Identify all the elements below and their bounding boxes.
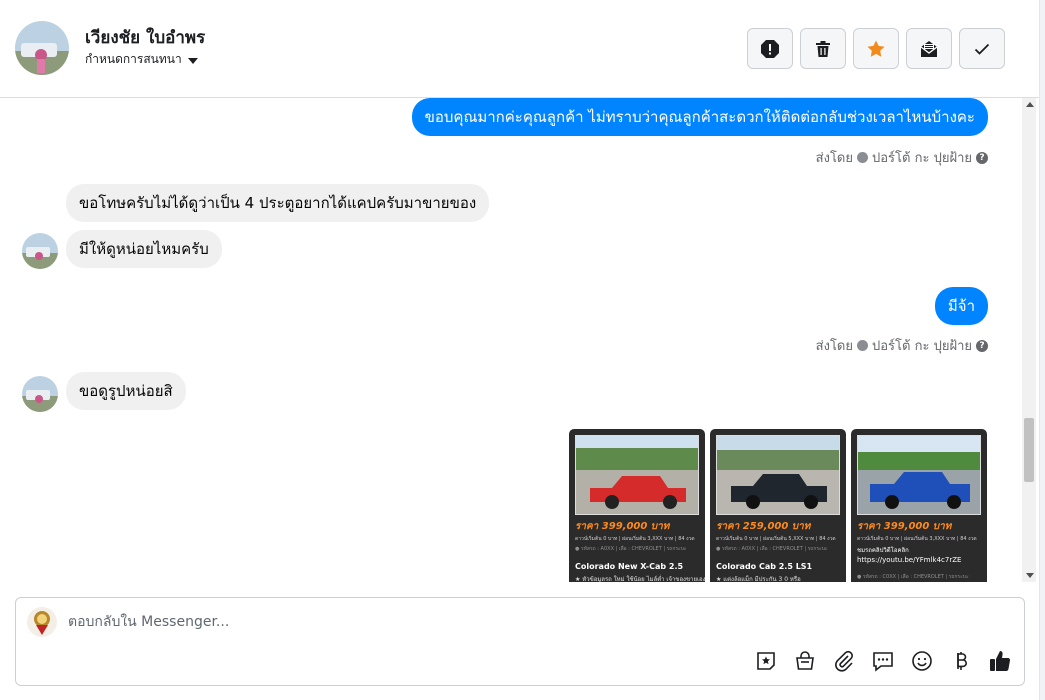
car-photo — [575, 435, 699, 515]
car-finance: ดาวน์เริ่มต้น 0 บาท | ผ่อนเริ่มต้น 3,XXX… — [575, 536, 695, 542]
page-avatar — [27, 607, 57, 637]
sent-by-prefix: ส่งโดย — [815, 151, 853, 166]
saved-replies-button[interactable] — [870, 648, 895, 673]
message-outgoing[interactable]: มีจ้า — [934, 287, 988, 325]
car-price: ราคา 259,000 บาท — [716, 521, 811, 532]
car-photo — [857, 435, 981, 515]
car-finance: ดาวน์เริ่มต้น 0 บาท | ผ่อนเริ่มต้น 3,XXX… — [857, 536, 977, 542]
message-incoming[interactable]: ขอดูรูปหน่อยสิ — [66, 372, 186, 410]
car-description: ★ หัวข้อมูลรถ ใหม่ ใช้น้อย ไมล์ต่ำ เจ้าข… — [575, 576, 705, 582]
mark-unread-button[interactable] — [906, 28, 952, 69]
sender-name[interactable]: ปอร์โต้ กะ ปุยฝ้าย — [872, 335, 972, 356]
image-attachment[interactable]: ราคา 399,000 บาท ดาวน์เริ่มต้น 0 บาท | ผ… — [569, 429, 705, 582]
scroll-up-icon[interactable] — [1026, 102, 1034, 107]
report-icon — [761, 39, 779, 58]
chat-scrollbar[interactable] — [1022, 98, 1036, 582]
composer-toolbar — [753, 648, 1012, 673]
mark-unread-icon — [920, 40, 938, 57]
message-thread: ขอบคุณมากค่ะคุณลูกค้า ไม่ทราบว่าคุณลูกค้… — [0, 98, 1022, 582]
car-description: ★ แต่งล้อแม็ก มีประกัน 3 0 หรือ — [716, 576, 801, 582]
scroll-down-icon[interactable] — [1026, 573, 1034, 578]
help-icon[interactable]: ? — [976, 339, 988, 352]
reply-input[interactable] — [68, 610, 968, 634]
assign-label: กำหนดการสนทนา — [85, 52, 182, 66]
assign-conversation-dropdown[interactable]: กำหนดการสนทนา — [85, 50, 198, 69]
attach-button[interactable] — [831, 648, 856, 673]
contact-avatar[interactable] — [15, 21, 69, 75]
car-finance: ดาวน์เริ่มต้น 0 บาท | ผ่อนเริ่มต้น 5,XXX… — [716, 536, 836, 542]
car-photo — [716, 435, 840, 515]
baht-icon — [956, 651, 967, 670]
help-icon[interactable]: ? — [976, 151, 988, 164]
page-badge-icon — [857, 340, 868, 351]
sticker-button[interactable] — [753, 648, 778, 673]
saved-replies-icon — [872, 651, 893, 672]
sent-by-line: ส่งโดย ปอร์โต้ กะ ปุยฝ้าย ? — [816, 335, 988, 356]
check-icon — [974, 43, 990, 55]
message-incoming[interactable]: ขอโทษครับไม่ได้ดูว่าเป็น 4 ประตูอยากได้แ… — [66, 184, 490, 222]
car-meta: ● รหัสรถ : C0XX | เลือ : CHEVROLET | รถก… — [857, 574, 969, 580]
chevron-down-icon — [187, 57, 198, 64]
car-price: ราคา 399,000 บาท — [575, 521, 670, 532]
car-model: Colorado New X-Cab 2.5 — [575, 562, 684, 571]
car-model: Colorado Cab 2.5 LS1 — [716, 562, 813, 571]
delete-button[interactable] — [800, 28, 846, 69]
contact-avatar-small — [22, 376, 58, 412]
star-icon — [867, 40, 885, 57]
attach-icon — [834, 650, 853, 672]
message-incoming[interactable]: มีให้ดูหน่อยไหมครับ — [66, 230, 222, 268]
image-attachment[interactable]: ราคา 399,000 บาท ดาวน์เริ่มต้น 0 บาท | ผ… — [851, 429, 987, 582]
reply-composer — [15, 597, 1025, 686]
shop-button[interactable] — [792, 648, 817, 673]
message-outgoing[interactable]: ขอบคุณมากค่ะคุณลูกค้า ไม่ทราบว่าคุณลูกค้… — [411, 98, 988, 136]
sent-by-line: ส่งโดย ปอร์โต้ กะ ปุยฝ้าย ? — [816, 147, 988, 168]
car-video-label: ชมรถคลิปวิดีโอคลิก — [857, 547, 909, 554]
payment-button[interactable] — [948, 648, 973, 673]
report-button[interactable] — [747, 28, 793, 69]
window-edge — [1039, 0, 1045, 700]
sender-name[interactable]: ปอร์โต้ กะ ปุยฝ้าย — [872, 147, 972, 168]
sticker-icon — [756, 651, 775, 670]
like-icon — [989, 650, 1010, 671]
car-price: ราคา 399,000 บาท — [857, 521, 952, 532]
star-button[interactable] — [853, 28, 899, 69]
shop-bag-icon — [795, 650, 814, 670]
car-meta: ● รหัสรถ : A0XX | เลือ : CHEVROLET | รถก… — [575, 546, 687, 552]
contact-avatar-small — [22, 233, 58, 269]
trash-icon — [816, 40, 830, 57]
messenger-window: เวียงชัย ใบอำพร กำหนดการสนทนา ขอบคุณมากค… — [0, 0, 1045, 700]
header-actions — [747, 28, 1005, 69]
sent-by-prefix: ส่งโดย — [815, 339, 853, 354]
car-meta: ● รหัสรถ : A0XX | เลือ : CHEVROLET | รถก… — [716, 546, 828, 552]
image-attachment[interactable]: ราคา 259,000 บาท ดาวน์เริ่มต้น 0 บาท | ผ… — [710, 429, 846, 582]
scroll-thumb[interactable] — [1024, 418, 1034, 482]
mark-done-button[interactable] — [959, 28, 1005, 69]
emoji-button[interactable] — [909, 648, 934, 673]
contact-name[interactable]: เวียงชัย ใบอำพร — [85, 24, 205, 51]
conversation-header: เวียงชัย ใบอำพร กำหนดการสนทนา — [0, 0, 1039, 98]
video-link[interactable]: https://youtu.be/YFmlk4c7rZE — [857, 556, 961, 564]
like-button[interactable] — [987, 648, 1012, 673]
page-badge-icon — [857, 152, 868, 163]
emoji-icon — [911, 650, 932, 671]
